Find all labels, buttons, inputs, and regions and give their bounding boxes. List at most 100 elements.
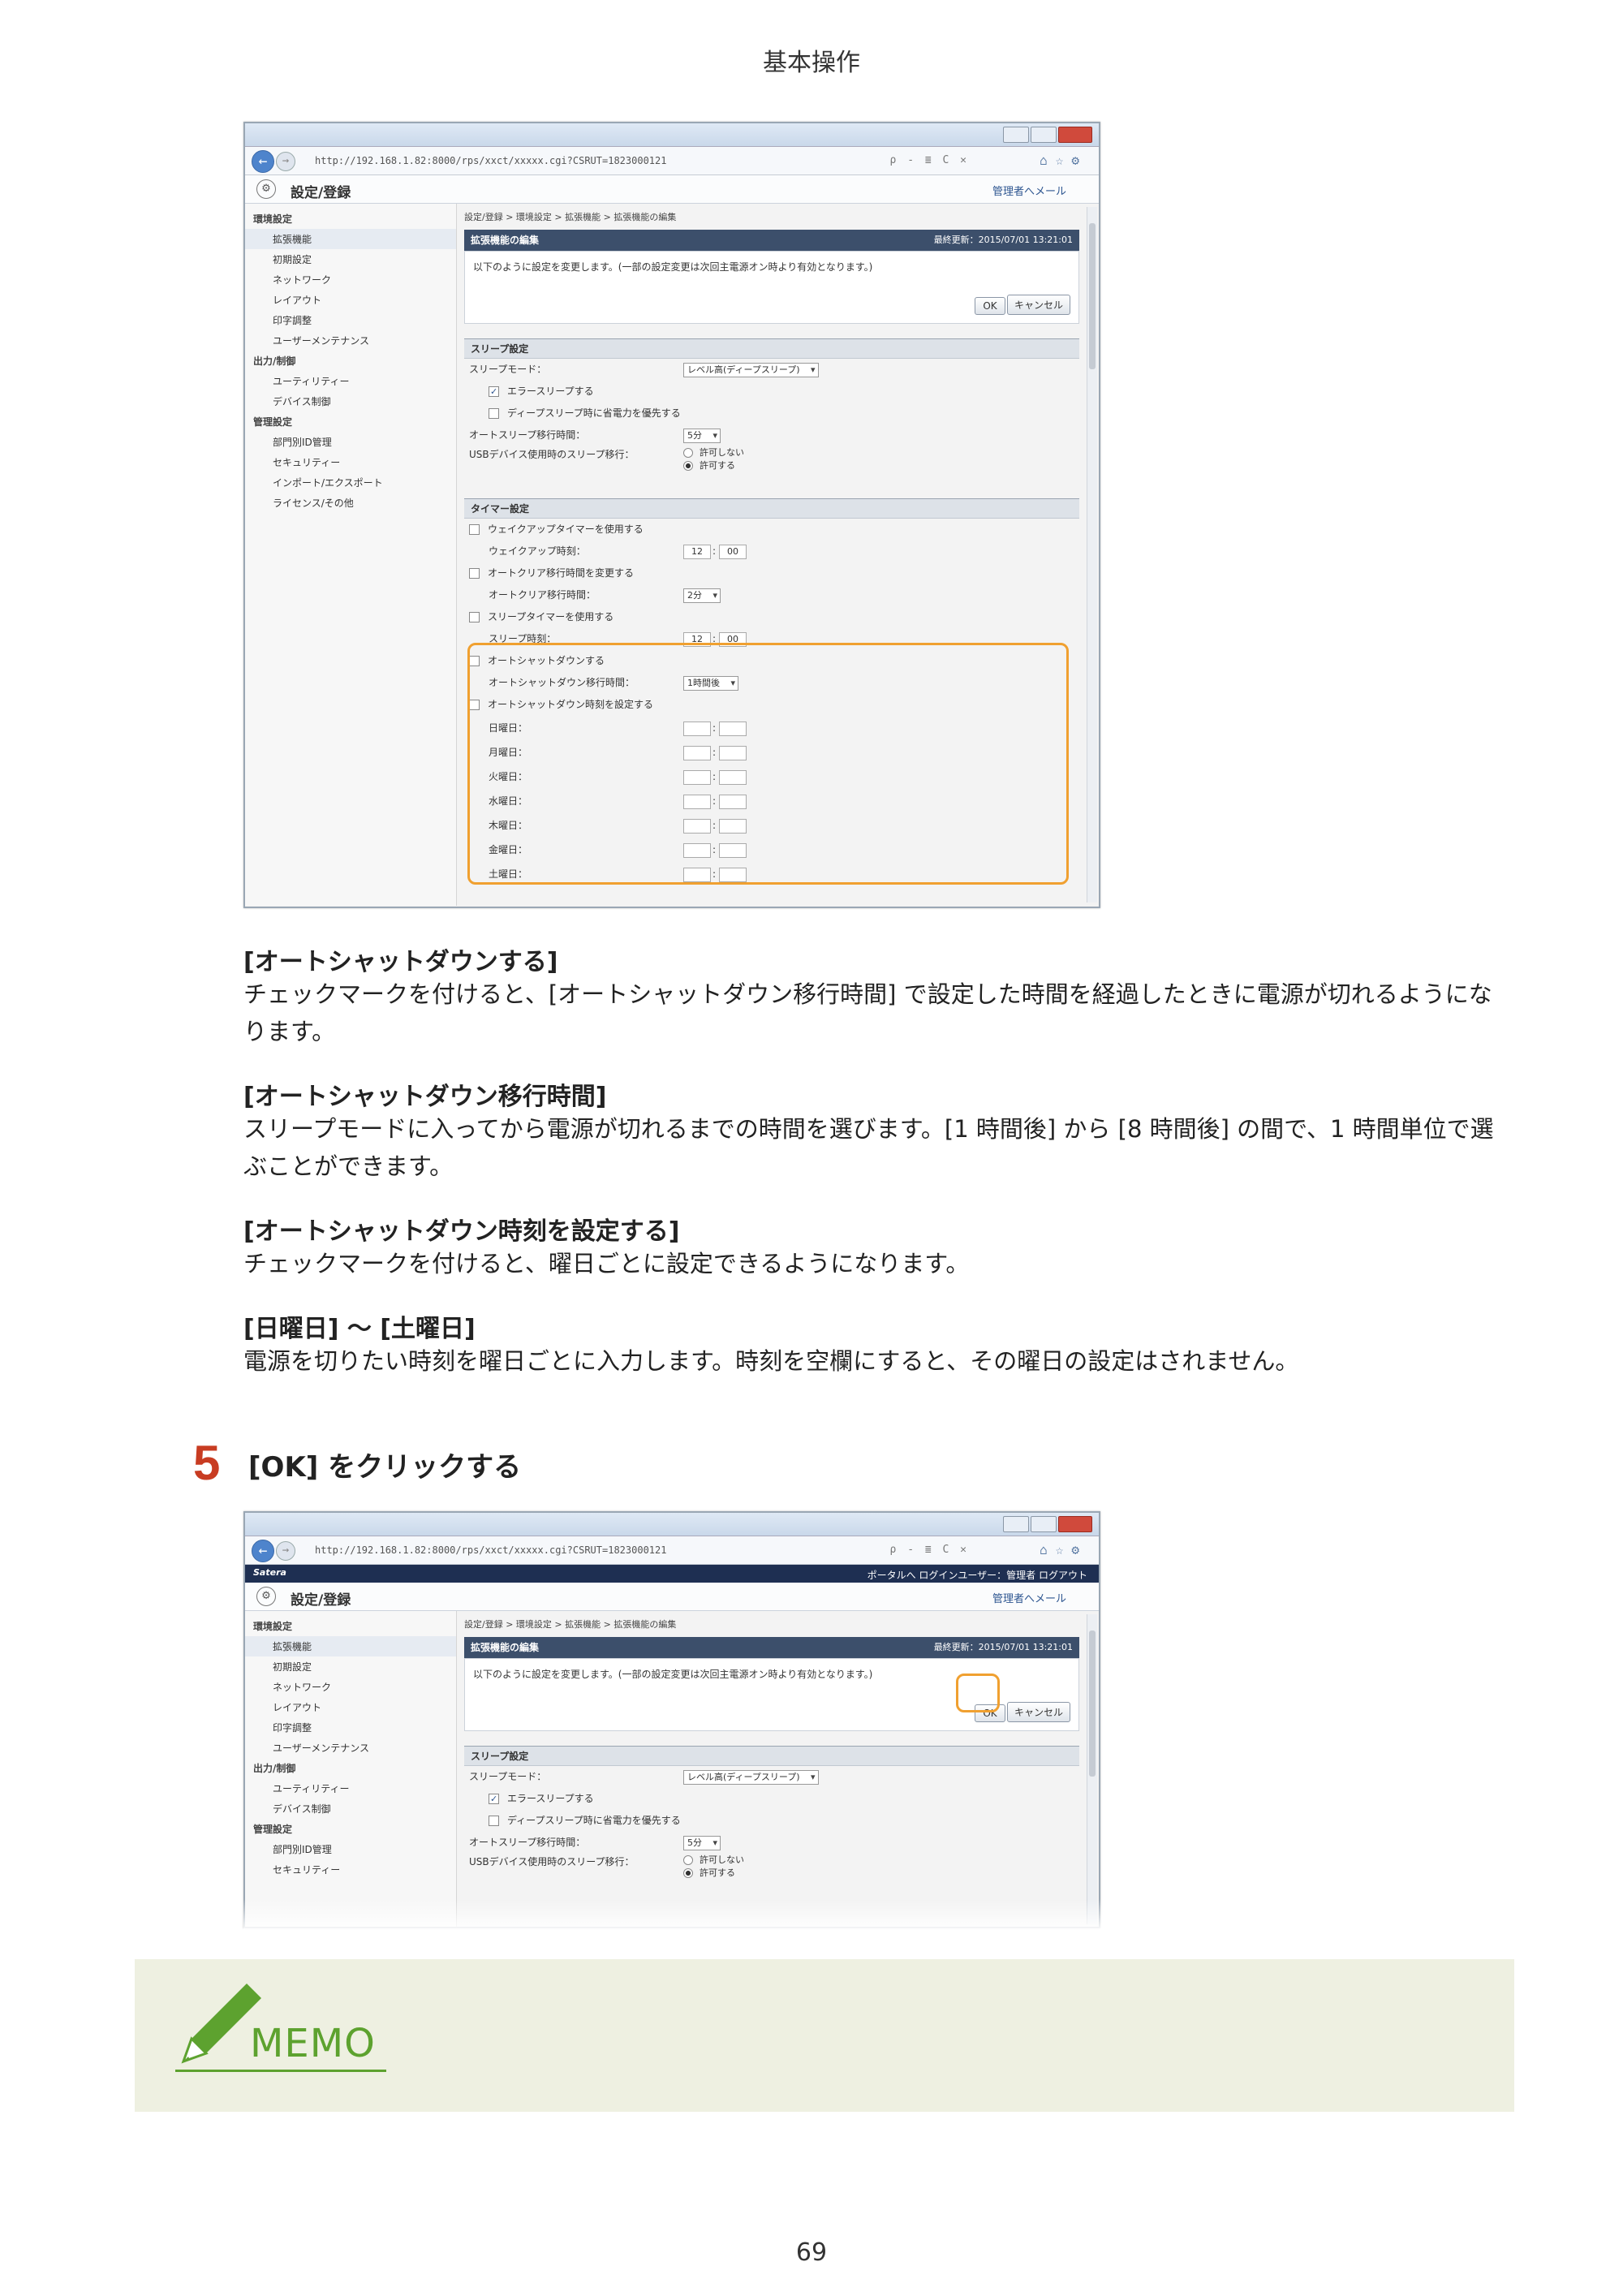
sidebar-item-extended[interactable]: 拡張機能 xyxy=(245,1636,456,1656)
edit-header-title: 拡張機能の編集 xyxy=(471,235,540,246)
error-sleep-checkbox[interactable] xyxy=(489,381,499,403)
mail-admin-link[interactable]: 管理者へメール xyxy=(992,1590,1066,1605)
sidebar-item[interactable]: 印字調整 xyxy=(245,310,456,330)
usb-allow-label: 許可する xyxy=(700,1867,735,1878)
deep-sleep-checkbox[interactable] xyxy=(489,1816,499,1826)
close-icon[interactable] xyxy=(1058,1516,1092,1532)
auto-sleep-select[interactable]: 5分 xyxy=(683,1836,721,1850)
sidebar-item[interactable]: ネットワーク xyxy=(245,269,456,290)
top-links[interactable]: ポータルへ ログインユーザー：管理者 ログアウト xyxy=(867,1568,1087,1582)
forward-icon[interactable]: → xyxy=(276,152,295,171)
error-sleep-label: エラースリープする xyxy=(507,386,594,397)
sidebar-item[interactable]: 部門別ID管理 xyxy=(245,1839,456,1859)
scrollbar[interactable] xyxy=(1087,207,1097,902)
mail-admin-link[interactable]: 管理者へメール xyxy=(992,183,1066,198)
maximize-icon[interactable] xyxy=(1031,127,1057,143)
error-sleep-label: エラースリープする xyxy=(507,1793,594,1804)
sidebar-item[interactable]: ユーティリティー xyxy=(245,371,456,391)
app-title: 設定/登録 xyxy=(291,185,351,201)
term-auto-shutdown-clock: [オートシャットダウン時刻を設定する] xyxy=(243,1217,680,1246)
sidebar-section-title[interactable]: 環境設定 xyxy=(245,209,456,229)
url-tools[interactable]: ρ - ≣ C ✕ xyxy=(890,1544,969,1556)
wakeup-hour-input[interactable]: 12 xyxy=(683,545,711,559)
url-field[interactable]: http://192.168.1.82:8000/rps/xxct/xxxxx.… xyxy=(315,155,666,166)
error-sleep-checkbox[interactable] xyxy=(489,1788,499,1810)
sleep-section-header: スリープ設定 xyxy=(464,1746,1079,1766)
ok-button[interactable]: OK xyxy=(975,297,1005,315)
sidebar-section-title[interactable]: 管理設定 xyxy=(245,1819,456,1839)
url-field[interactable]: http://192.168.1.82:8000/rps/xxct/xxxxx.… xyxy=(315,1544,666,1556)
sidebar-item[interactable]: ネットワーク xyxy=(245,1677,456,1697)
minimize-icon[interactable] xyxy=(1003,127,1029,143)
usb-sleep-label: USBデバイス使用時のスリープ移行： xyxy=(469,449,635,460)
breadcrumb: 設定/登録 > 環境設定 > 拡張機能 > 拡張機能の編集 xyxy=(464,1619,677,1630)
sidebar-item[interactable]: ユーティリティー xyxy=(245,1778,456,1798)
timestamp: 最終更新：2015/07/01 13:21:01 xyxy=(933,235,1073,245)
sidebar-item-extended[interactable]: 拡張機能 xyxy=(245,229,456,249)
cancel-button[interactable]: キャンセル xyxy=(1007,295,1070,315)
sidebar-item[interactable]: 部門別ID管理 xyxy=(245,432,456,452)
sidebar-section-title[interactable]: 出力/制御 xyxy=(245,1758,456,1778)
edit-header: 拡張機能の編集 最終更新：2015/07/01 13:21:01 xyxy=(464,230,1079,251)
wakeup-minute-input[interactable]: 00 xyxy=(719,545,747,559)
usb-allow-radio[interactable] xyxy=(683,1868,693,1878)
usb-deny-radio[interactable] xyxy=(683,448,693,458)
deep-sleep-checkbox[interactable] xyxy=(489,408,499,419)
sidebar-item[interactable]: デバイス制御 xyxy=(245,391,456,411)
sidebar-item[interactable]: セキュリティー xyxy=(245,1859,456,1880)
auto-clear-select[interactable]: 2分 xyxy=(683,588,721,603)
cancel-button[interactable]: キャンセル xyxy=(1007,1702,1070,1722)
usb-deny-label: 許可しない xyxy=(700,1854,744,1865)
usb-deny-radio[interactable] xyxy=(683,1855,693,1865)
sidebar-item[interactable]: 印字調整 xyxy=(245,1717,456,1738)
sleep-mode-select[interactable]: レベル高(ディープスリープ) xyxy=(683,1770,819,1785)
auto-sleep-select[interactable]: 5分 xyxy=(683,429,721,443)
term-auto-shutdown: [オートシャットダウンする] xyxy=(243,948,558,976)
url-tools[interactable]: ρ - ≣ C ✕ xyxy=(890,154,969,166)
sidebar-item[interactable]: デバイス制御 xyxy=(245,1798,456,1819)
memo-underline xyxy=(175,2070,386,2072)
sidebar-item[interactable]: ライセンス/その他 xyxy=(245,493,456,513)
app-header: ⚙ 設定/登録 管理者へメール xyxy=(245,175,1099,204)
memo-label: MEMO xyxy=(250,2021,376,2066)
sleep-mode-select[interactable]: レベル高(ディープスリープ) xyxy=(683,363,819,377)
auto-clear-checkbox[interactable] xyxy=(469,568,480,579)
back-icon[interactable]: ← xyxy=(252,1540,274,1562)
sidebar-section-title[interactable]: 出力/制御 xyxy=(245,351,456,371)
page-header-title: 基本操作 xyxy=(763,49,860,77)
scrollbar[interactable] xyxy=(1087,1614,1097,1924)
auto-clear-time-label: オートクリア移行時間： xyxy=(489,589,596,601)
sleep-timer-checkbox[interactable] xyxy=(469,612,480,622)
sidebar-section-title[interactable]: 環境設定 xyxy=(245,1616,456,1636)
address-bar: ← → http://192.168.1.82:8000/rps/xxct/xx… xyxy=(245,1536,1099,1565)
forward-icon[interactable]: → xyxy=(276,1541,295,1561)
sidebar-item[interactable]: セキュリティー xyxy=(245,452,456,472)
maximize-icon[interactable] xyxy=(1031,1516,1057,1532)
sidebar: 環境設定 拡張機能 初期設定 ネットワーク レイアウト 印字調整 ユーザーメンテ… xyxy=(245,204,457,906)
browser-tool-icons[interactable]: ⌂☆⚙ xyxy=(1040,1542,1087,1557)
minimize-icon[interactable] xyxy=(1003,1516,1029,1532)
sidebar-item[interactable]: インポート/エクスポート xyxy=(245,472,456,493)
sidebar-item[interactable]: 初期設定 xyxy=(245,1656,456,1677)
scroll-thumb[interactable] xyxy=(1089,223,1096,369)
browser-tool-icons[interactable]: ⌂☆⚙ xyxy=(1040,153,1087,168)
desc-auto-shutdown-time: スリープモードに入ってから電源が切れるまでの時間を選びます。[1 時間後] から… xyxy=(243,1115,1494,1180)
app-title: 設定/登録 xyxy=(291,1592,351,1609)
settings-screenshot-1: ← → http://192.168.1.82:8000/rps/xxct/xx… xyxy=(243,122,1100,908)
sidebar-item[interactable]: ユーザーメンテナンス xyxy=(245,330,456,351)
sidebar-item[interactable]: レイアウト xyxy=(245,1697,456,1717)
sidebar-item[interactable]: ユーザーメンテナンス xyxy=(245,1738,456,1758)
edit-header-title: 拡張機能の編集 xyxy=(471,1642,540,1653)
back-icon[interactable]: ← xyxy=(252,150,274,173)
sidebar-item[interactable]: レイアウト xyxy=(245,290,456,310)
sidebar-section-title[interactable]: 管理設定 xyxy=(245,411,456,432)
auto-clear-label: オートクリア移行時間を変更する xyxy=(488,567,635,579)
wakeup-checkbox[interactable] xyxy=(469,524,480,535)
usb-deny-label: 許可しない xyxy=(700,447,744,458)
sleep-timer-label: スリープタイマーを使用する xyxy=(488,611,614,622)
sidebar-item[interactable]: 初期設定 xyxy=(245,249,456,269)
close-icon[interactable] xyxy=(1058,127,1092,143)
usb-allow-radio[interactable] xyxy=(683,461,693,471)
scroll-thumb[interactable] xyxy=(1089,1630,1096,1777)
info-box: 以下のように設定を変更します。(一部の設定変更は次回主電源オン時より有効となりま… xyxy=(464,251,1079,324)
